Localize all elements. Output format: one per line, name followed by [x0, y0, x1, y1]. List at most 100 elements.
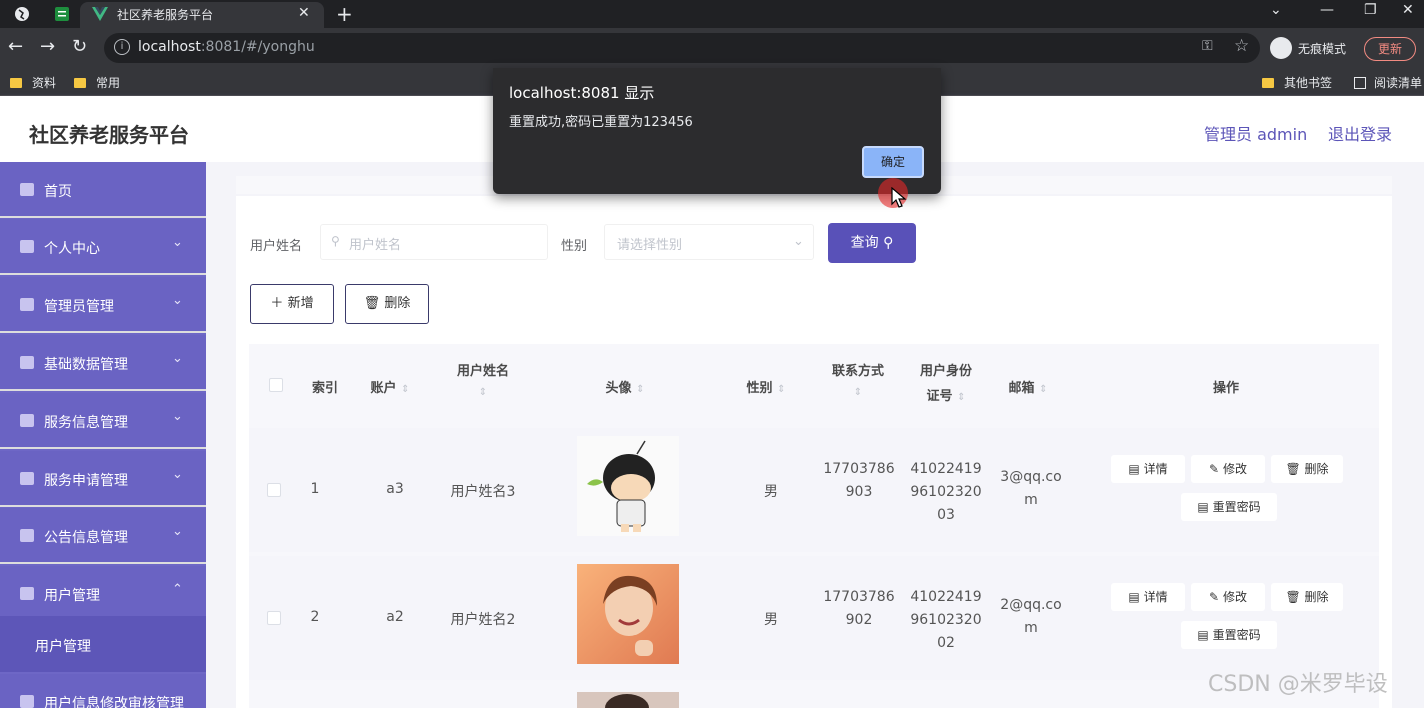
document-icon: ▤	[1197, 500, 1209, 514]
column-header-index: 索引	[311, 381, 338, 396]
detail-button[interactable]: ▤ 详情	[1111, 583, 1185, 611]
trash-icon: 🗑	[363, 296, 381, 311]
address-bar[interactable]: i localhost:8081/#/yonghu ⚿ ☆	[104, 33, 1260, 63]
batch-delete-button[interactable]: 🗑 删除	[345, 284, 429, 324]
trash-icon: 🗑	[1285, 462, 1301, 476]
reset-password-button[interactable]: ▤ 重置密码	[1181, 493, 1277, 521]
trash-icon: 🗑	[1285, 590, 1301, 604]
site-info-icon[interactable]: i	[114, 39, 130, 55]
close-window-icon[interactable]: ✕	[1402, 2, 1414, 18]
edit-button[interactable]: ✎ 修改	[1191, 455, 1265, 483]
sidebar-item-notice[interactable]: 公告信息管理 ⌄	[0, 508, 206, 564]
query-button[interactable]: 查询 ⚲	[828, 223, 916, 263]
dialog-ok-button[interactable]: 确定	[862, 146, 924, 178]
chevron-up-icon: ⌃	[172, 582, 183, 597]
avatar-image-photo	[577, 564, 679, 664]
forward-icon[interactable]: →	[40, 36, 55, 57]
tab-search-icon[interactable]: ⌄	[1270, 2, 1282, 18]
sidebar-item-service-apply[interactable]: 服务申请管理 ⌄	[0, 451, 206, 507]
sort-icon: ⇕	[957, 392, 966, 403]
tab-close-icon[interactable]: ✕	[298, 5, 310, 21]
edit-button[interactable]: ✎ 修改	[1191, 583, 1265, 611]
service-icon	[20, 414, 34, 427]
row-phone: 17703786 903	[823, 461, 895, 500]
detail-button[interactable]: ▤ 详情	[1111, 455, 1185, 483]
sidebar-item-user-audit[interactable]: 用户信息修改审核管理	[0, 674, 206, 708]
column-header-email[interactable]: 邮箱 ⇕	[998, 377, 1058, 396]
column-header-phone[interactable]: 联系方式 ⇕	[820, 360, 896, 398]
folder-icon	[10, 77, 22, 88]
audit-icon	[20, 695, 34, 708]
column-header-avatar[interactable]: 头像 ⇕	[590, 377, 660, 396]
vue-logo-icon	[92, 7, 108, 21]
sidebar-item-users[interactable]: 用户管理 ⌃	[0, 566, 206, 622]
add-button[interactable]: ＋ 新增	[250, 284, 334, 324]
search-icon: ⚲	[883, 235, 894, 251]
logout-link[interactable]: 退出登录	[1328, 121, 1392, 145]
row-checkbox[interactable]	[267, 611, 281, 625]
bookmark-star-icon[interactable]: ☆	[1234, 36, 1249, 56]
home-icon	[20, 183, 34, 196]
user-icon	[20, 240, 34, 253]
folder-icon	[74, 77, 86, 88]
incognito-indicator[interactable]: 无痕模式	[1270, 35, 1346, 61]
select-all-checkbox[interactable]	[269, 378, 283, 392]
bookmark-folder-other[interactable]: 其他书签	[1262, 74, 1332, 91]
admin-label: 管理员 admin	[1204, 125, 1308, 144]
row-gender: 男	[764, 612, 778, 628]
browser-globe-icon[interactable]	[14, 6, 30, 22]
chevron-down-icon: ⌄	[172, 524, 183, 539]
alert-dialog: localhost:8081 显示 重置成功,密码已重置为123456 确定	[493, 68, 941, 194]
bookmark-folder-ziliao[interactable]: 资料	[10, 74, 56, 91]
cartoon-avatar-icon	[577, 436, 679, 536]
column-header-idcard[interactable]: 用户身份 证号 ⇕	[906, 360, 986, 404]
sort-icon: ⇕	[1039, 384, 1048, 395]
folder-icon	[1262, 77, 1274, 88]
back-icon[interactable]: ←	[8, 36, 23, 57]
reset-password-button[interactable]: ▤ 重置密码	[1181, 621, 1277, 649]
chevron-down-icon: ⌄	[172, 235, 183, 250]
column-header-gender[interactable]: 性别 ⇕	[735, 377, 797, 396]
portrait-avatar-icon	[605, 694, 649, 708]
new-tab-icon[interactable]: +	[336, 2, 353, 26]
reload-icon[interactable]: ↻	[72, 36, 87, 57]
plus-icon: ＋	[270, 296, 284, 311]
submenu-user-management[interactable]: 用户管理	[0, 616, 206, 672]
column-header-account[interactable]: 账户 ⇕	[360, 377, 420, 396]
bookmark-folder-changyong[interactable]: 常用	[74, 74, 120, 91]
row-account: a2	[386, 609, 404, 625]
sidebar-item-service-info[interactable]: 服务信息管理 ⌄	[0, 393, 206, 449]
sort-icon: ⇕	[777, 384, 786, 395]
apply-icon	[20, 472, 34, 485]
delete-button[interactable]: 🗑 删除	[1271, 583, 1343, 611]
browser-tab-bar: 社区养老服务平台 ✕ + ⌄ — ❐ ✕	[0, 0, 1424, 28]
row-index: 1	[310, 481, 320, 497]
maximize-icon[interactable]: ❐	[1364, 2, 1377, 18]
tab-title: 社区养老服务平台	[117, 8, 214, 22]
chevron-down-icon: ⌄	[172, 351, 183, 366]
search-name-label: 用户姓名	[250, 239, 303, 254]
gender-select[interactable]: 请选择性别 ⌄	[604, 224, 814, 260]
spreadsheet-tab-icon[interactable]	[54, 6, 70, 22]
row-checkbox[interactable]	[267, 483, 281, 497]
search-name-input[interactable]: ⚲ 用户姓名	[320, 224, 548, 260]
avatar-image-partial	[577, 692, 679, 708]
column-header-name[interactable]: 用户姓名 ⇕	[440, 360, 526, 398]
row-index: 2	[310, 609, 320, 625]
search-icon: ⚲	[331, 234, 340, 248]
reading-list[interactable]: 阅读清单	[1354, 74, 1422, 91]
list-icon	[20, 356, 34, 369]
password-key-icon[interactable]: ⚿	[1202, 38, 1213, 54]
sidebar-item-home[interactable]: 首页	[0, 162, 206, 218]
delete-button[interactable]: 🗑 删除	[1271, 455, 1343, 483]
minimize-icon[interactable]: —	[1320, 2, 1334, 18]
sidebar-item-admin[interactable]: 管理员管理 ⌄	[0, 277, 206, 333]
sidebar-item-personal[interactable]: 个人中心 ⌄	[0, 219, 206, 275]
update-button[interactable]: 更新	[1364, 37, 1416, 61]
sidebar-item-basic-data[interactable]: 基础数据管理 ⌄	[0, 335, 206, 391]
incognito-icon	[1270, 37, 1292, 59]
active-tab[interactable]: 社区养老服务平台 ✕	[80, 2, 324, 28]
row-account: a3	[386, 481, 404, 497]
document-icon: ▤	[1197, 628, 1209, 642]
search-gender-label: 性别	[561, 239, 588, 254]
